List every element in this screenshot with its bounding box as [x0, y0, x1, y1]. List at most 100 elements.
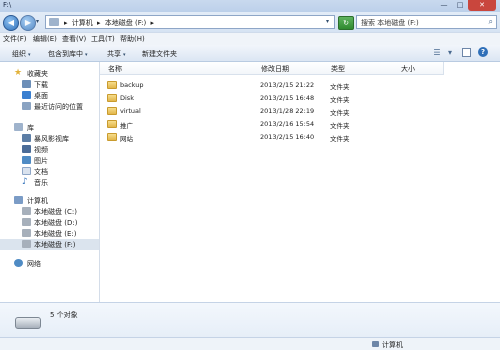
column-header-date[interactable]: 修改日期 — [257, 62, 328, 75]
folder-icon — [107, 81, 117, 89]
nav-drive-d[interactable]: 本地磁盘 (D:) — [0, 217, 99, 228]
address-row: ◀ ▶ ▾ ▸ 计算机 ▸ 本地磁盘 (F:) ▸ ▾ ↻ 搜索 本地磁盘 (F… — [0, 12, 500, 32]
nav-videos-label: 视频 — [34, 146, 48, 154]
nav-downloads[interactable]: 下载 — [0, 79, 99, 90]
folder-icon — [49, 18, 59, 26]
close-button[interactable]: ✕ — [468, 0, 496, 11]
column-header-type[interactable]: 类型 — [327, 62, 398, 75]
nav-pictures[interactable]: 图片 — [0, 155, 99, 166]
drive-icon — [22, 229, 31, 237]
music-icon: ♪ — [22, 177, 28, 187]
file-type: 文件夹 — [330, 135, 350, 143]
organize-button[interactable]: 组织 ▾ — [12, 49, 31, 59]
search-placeholder: 搜索 本地磁盘 (F:) — [361, 19, 419, 27]
nav-favorites-label: 收藏夹 — [27, 70, 48, 78]
navigation-pane: ★ 收藏夹 下载 桌面 最近访问的位置 库 暴风影视库 视频 图片 文档 ♪ 音… — [0, 62, 100, 302]
chevron-down-icon: ▾ — [28, 52, 31, 58]
command-bar: 组织 ▾ 包含到库中 ▾ 共享 ▾ 新建文件夹 ☰ ▾ ? — [0, 45, 500, 62]
computer-icon — [14, 196, 23, 204]
breadcrumb-separator[interactable]: ▸ — [151, 19, 155, 27]
desktop-icon — [22, 91, 31, 99]
nav-music[interactable]: ♪ 音乐 — [0, 177, 99, 188]
nav-network[interactable]: 网络 — [0, 258, 99, 269]
help-icon[interactable]: ? — [478, 47, 488, 57]
chevron-down-icon: ▾ — [123, 52, 126, 58]
nav-drive-e[interactable]: 本地磁盘 (E:) — [0, 228, 99, 239]
network-icon — [14, 259, 23, 267]
nav-drive-e-label: 本地磁盘 (E:) — [34, 230, 77, 238]
file-type: 文件夹 — [330, 109, 350, 117]
breadcrumb-computer[interactable]: 计算机 — [72, 19, 93, 27]
menu-tools[interactable]: 工具(T) — [91, 34, 115, 44]
table-row[interactable]: Disk 2013/2/15 16:48 文件夹 — [100, 92, 500, 104]
table-row[interactable]: 推广 2013/2/16 15:54 文件夹 — [100, 118, 500, 130]
breadcrumb-drive-f[interactable]: 本地磁盘 (F:) — [105, 19, 147, 27]
column-header-date-label: 修改日期 — [261, 65, 289, 73]
nav-favorites[interactable]: ★ 收藏夹 — [0, 68, 99, 79]
search-input[interactable]: 搜索 本地磁盘 (F:) ⌕ — [356, 15, 497, 29]
file-list: 名称 修改日期 类型 大小 backup 2013/2/15 21:22 文件夹… — [100, 62, 500, 302]
include-in-library-button[interactable]: 包含到库中 ▾ — [48, 49, 88, 59]
change-view-icon[interactable]: ☰ — [432, 48, 442, 57]
file-date: 2013/2/16 15:54 — [260, 120, 315, 128]
nav-desktop-label: 桌面 — [34, 92, 48, 100]
breadcrumb: ▸ 计算机 ▸ 本地磁盘 (F:) ▸ — [64, 18, 156, 28]
preview-pane-icon[interactable] — [462, 48, 471, 57]
column-header-name-label: 名称 — [108, 65, 122, 73]
nav-recent-places[interactable]: 最近访问的位置 — [0, 101, 99, 112]
share-label: 共享 — [107, 50, 121, 58]
file-name: 推广 — [120, 122, 133, 130]
file-date: 2013/2/15 16:48 — [260, 94, 315, 102]
menu-file[interactable]: 文件(F) — [3, 34, 27, 44]
download-icon — [22, 80, 31, 88]
organize-label: 组织 — [12, 50, 26, 58]
nav-documents[interactable]: 文档 — [0, 166, 99, 177]
file-date: 2013/2/15 16:40 — [260, 133, 315, 141]
nav-network-label: 网络 — [27, 260, 41, 268]
nav-drive-c[interactable]: 本地磁盘 (C:) — [0, 206, 99, 217]
breadcrumb-separator[interactable]: ▸ — [64, 19, 68, 27]
recent-pages-dropdown[interactable]: ▾ — [36, 18, 39, 25]
back-button[interactable]: ◀ — [3, 15, 19, 31]
nav-computer[interactable]: 计算机 — [0, 195, 99, 206]
folder-icon — [107, 133, 117, 141]
refresh-button[interactable]: ↻ — [338, 16, 354, 30]
table-row[interactable]: backup 2013/2/15 21:22 文件夹 — [100, 79, 500, 91]
chevron-down-icon[interactable]: ▾ — [445, 48, 455, 57]
search-icon[interactable]: ⌕ — [489, 17, 493, 27]
file-date: 2013/1/28 22:19 — [260, 107, 315, 115]
nav-videos[interactable]: 视频 — [0, 144, 99, 155]
document-icon — [22, 167, 31, 175]
column-header-size[interactable]: 大小 — [397, 62, 444, 75]
table-row[interactable]: virtual 2013/1/28 22:19 文件夹 — [100, 105, 500, 117]
address-bar[interactable]: ▸ 计算机 ▸ 本地磁盘 (F:) ▸ ▾ — [45, 15, 335, 29]
menu-edit[interactable]: 编辑(E) — [33, 34, 57, 44]
file-name: virtual — [120, 107, 141, 115]
nav-storm-library-label: 暴风影视库 — [34, 135, 69, 143]
column-header-name[interactable]: 名称 — [100, 62, 258, 75]
nav-drive-f-label: 本地磁盘 (F:) — [34, 241, 76, 249]
menu-help[interactable]: 帮助(H) — [120, 34, 145, 44]
minimize-button[interactable]: — — [436, 0, 452, 11]
nav-storm-library[interactable]: 暴风影视库 — [0, 133, 99, 144]
address-dropdown-icon[interactable]: ▾ — [326, 18, 329, 25]
nav-recent-places-label: 最近访问的位置 — [34, 103, 83, 111]
nav-drive-f[interactable]: 本地磁盘 (F:) — [0, 239, 99, 250]
new-folder-button[interactable]: 新建文件夹 — [142, 49, 177, 59]
nav-computer-label: 计算机 — [27, 197, 48, 205]
include-in-library-label: 包含到库中 — [48, 50, 83, 58]
column-header-size-label: 大小 — [401, 65, 415, 73]
menu-view[interactable]: 查看(V) — [62, 34, 86, 44]
table-row[interactable]: 网站 2013/2/15 16:40 文件夹 — [100, 131, 500, 143]
breadcrumb-separator[interactable]: ▸ — [97, 19, 101, 27]
nav-libraries[interactable]: 库 — [0, 122, 99, 133]
recent-places-icon — [22, 102, 31, 110]
video-library-icon — [22, 134, 31, 142]
chevron-down-icon: ▾ — [85, 52, 88, 58]
share-button[interactable]: 共享 ▾ — [107, 49, 126, 59]
forward-button[interactable]: ▶ — [20, 15, 36, 31]
file-type: 文件夹 — [330, 96, 350, 104]
column-header-type-label: 类型 — [331, 65, 345, 73]
maximize-button[interactable]: □ — [452, 0, 468, 11]
nav-desktop[interactable]: 桌面 — [0, 90, 99, 101]
